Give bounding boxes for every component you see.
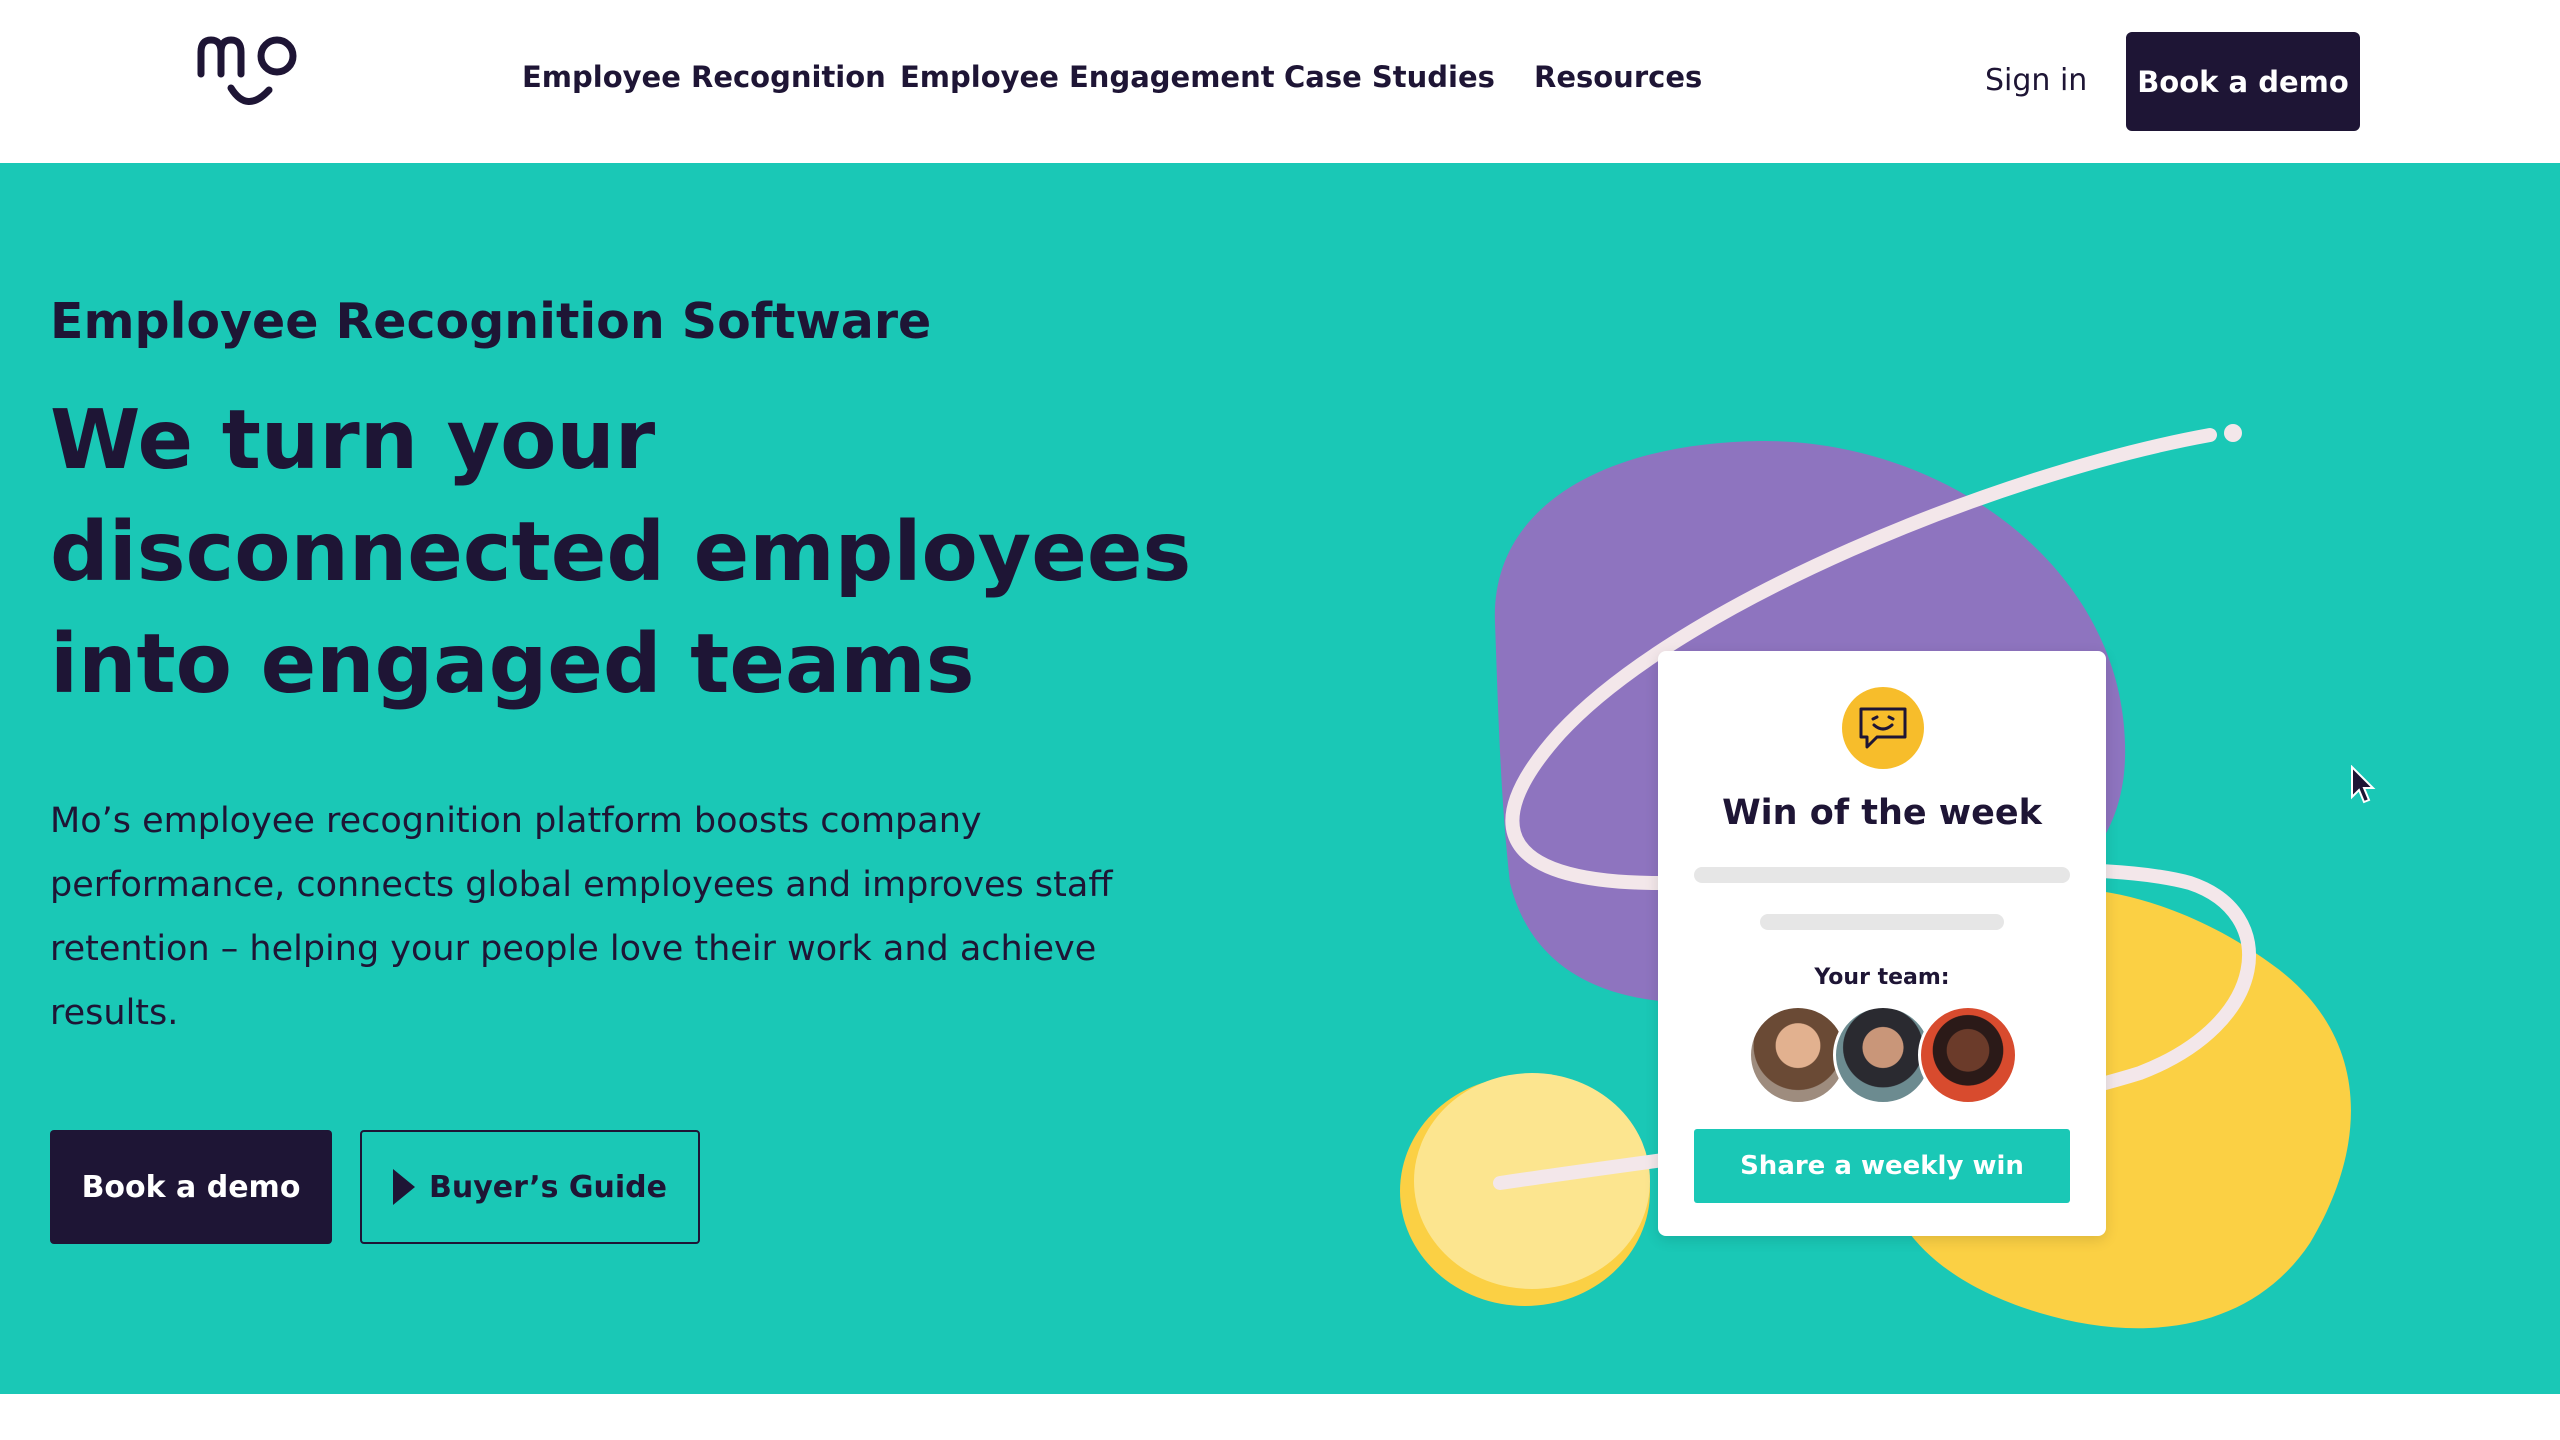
page-below-fold [0, 1394, 2560, 1440]
card-placeholder-line [1760, 914, 2004, 930]
book-demo-button-header[interactable]: Book a demo [2126, 32, 2360, 131]
nav-employee-engagement[interactable]: Employee Engagement [900, 60, 1275, 94]
site-header: Employee Recognition Employee Engagement… [0, 0, 2560, 163]
win-of-week-card: Win of the week Your team: Share a weekl… [1658, 651, 2106, 1236]
team-avatars [1748, 1005, 2018, 1105]
hero-illustration: Win of the week Your team: Share a weekl… [1380, 323, 2440, 1403]
hero-description: Mo’s employee recognition platform boost… [50, 801, 1113, 1033]
mouse-cursor-icon [2351, 765, 2376, 804]
book-demo-button-hero[interactable]: Book a demo [50, 1130, 332, 1244]
team-label: Your team: [1814, 965, 1950, 990]
buyers-guide-button[interactable]: Buyer’s Guide [360, 1130, 700, 1244]
card-placeholder-line [1694, 867, 2070, 883]
buyers-guide-label: Buyer’s Guide [429, 1169, 667, 1205]
hero-eyebrow: Employee Recognition Software [50, 293, 932, 350]
share-weekly-win-button[interactable]: Share a weekly win [1694, 1129, 2070, 1203]
chat-smile-icon [1842, 687, 1924, 769]
card-title: Win of the week [1722, 793, 2042, 833]
hero-headline: We turn your disconnected employees into… [50, 393, 1192, 712]
nav-resources[interactable]: Resources [1534, 60, 1702, 94]
nav-case-studies[interactable]: Case Studies [1284, 60, 1495, 94]
play-icon [393, 1169, 416, 1205]
mo-logo[interactable] [195, 30, 305, 120]
sign-in-link[interactable]: Sign in [1985, 63, 2087, 98]
avatar [1918, 1005, 2018, 1105]
nav-employee-recognition[interactable]: Employee Recognition [522, 60, 886, 94]
hero-section: Employee Recognition Software We turn yo… [0, 163, 2560, 1394]
